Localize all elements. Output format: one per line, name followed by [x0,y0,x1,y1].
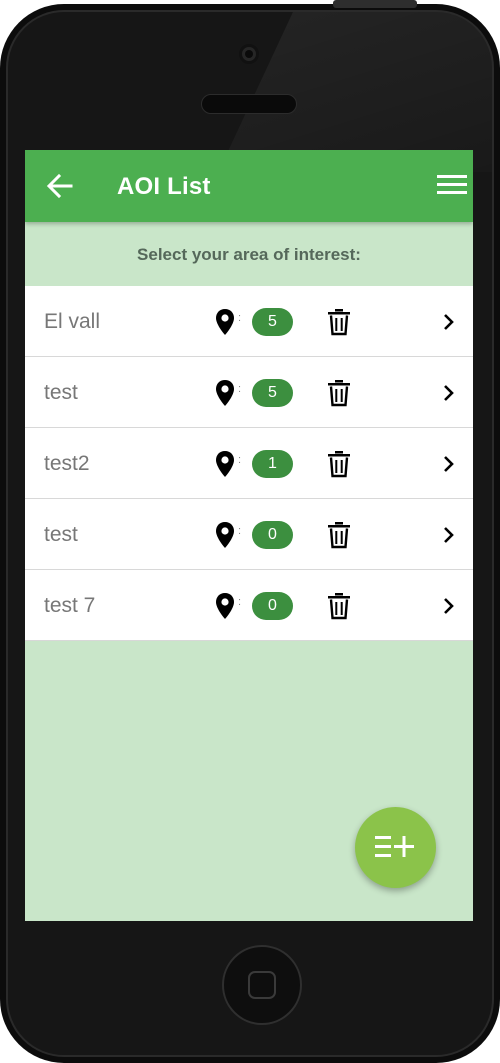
aoi-name: test2 [44,452,90,475]
phone-side-button [333,0,417,8]
map-pin-icon [216,451,234,477]
trash-icon[interactable] [327,521,351,549]
point-count-badge: 5 [252,379,293,407]
point-count-badge: 0 [252,521,293,549]
map-pin-icon [216,380,234,406]
home-button-icon [248,971,276,999]
playlist-add-icon [375,836,414,857]
aoi-name: test [44,523,78,546]
trash-icon[interactable] [327,308,351,336]
point-count-badge: 5 [252,308,293,336]
point-count-badge: 1 [252,450,293,478]
aoi-name: test 7 [44,594,96,617]
aoi-row[interactable]: test2 : 1 [25,428,473,499]
trash-icon[interactable] [327,592,351,620]
add-aoi-button[interactable] [355,807,436,888]
arrow-left-icon[interactable] [45,172,75,200]
map-pin-icon [216,593,234,619]
aoi-row[interactable]: El vall : 5 [25,286,473,357]
separator: : [238,312,242,324]
trash-icon[interactable] [327,379,351,407]
separator: : [238,383,242,395]
chevron-right-icon [444,456,454,472]
page-title: AOI List [117,173,211,200]
aoi-row[interactable]: test : 5 [25,357,473,428]
trash-icon[interactable] [327,450,351,478]
chevron-right-icon [444,527,454,543]
map-pin-icon [216,522,234,548]
separator: : [238,454,242,466]
map-pin-icon [216,309,234,335]
separator: : [238,525,242,537]
aoi-name: El vall [44,310,101,333]
chevron-right-icon [444,314,454,330]
aoi-row[interactable]: test : 0 [25,499,473,570]
home-button[interactable] [222,945,302,1025]
chevron-right-icon [444,385,454,401]
aoi-row[interactable]: test 7 : 0 [25,570,473,641]
separator: : [238,596,242,608]
chevron-right-icon [444,598,454,614]
earpiece-speaker [201,94,297,114]
instruction-text: Select your area of interest: [137,245,361,264]
aoi-name: test [44,381,78,404]
app-bar: AOI List [25,150,473,222]
point-count-badge: 0 [252,592,293,620]
hamburger-menu-icon[interactable] [437,172,467,198]
aoi-list: El vall : 5 test : 5 test2: 1 test: 0 … [25,286,473,641]
front-camera [239,44,259,64]
app-screen: AOI List Select your area of interest: E… [25,150,473,921]
